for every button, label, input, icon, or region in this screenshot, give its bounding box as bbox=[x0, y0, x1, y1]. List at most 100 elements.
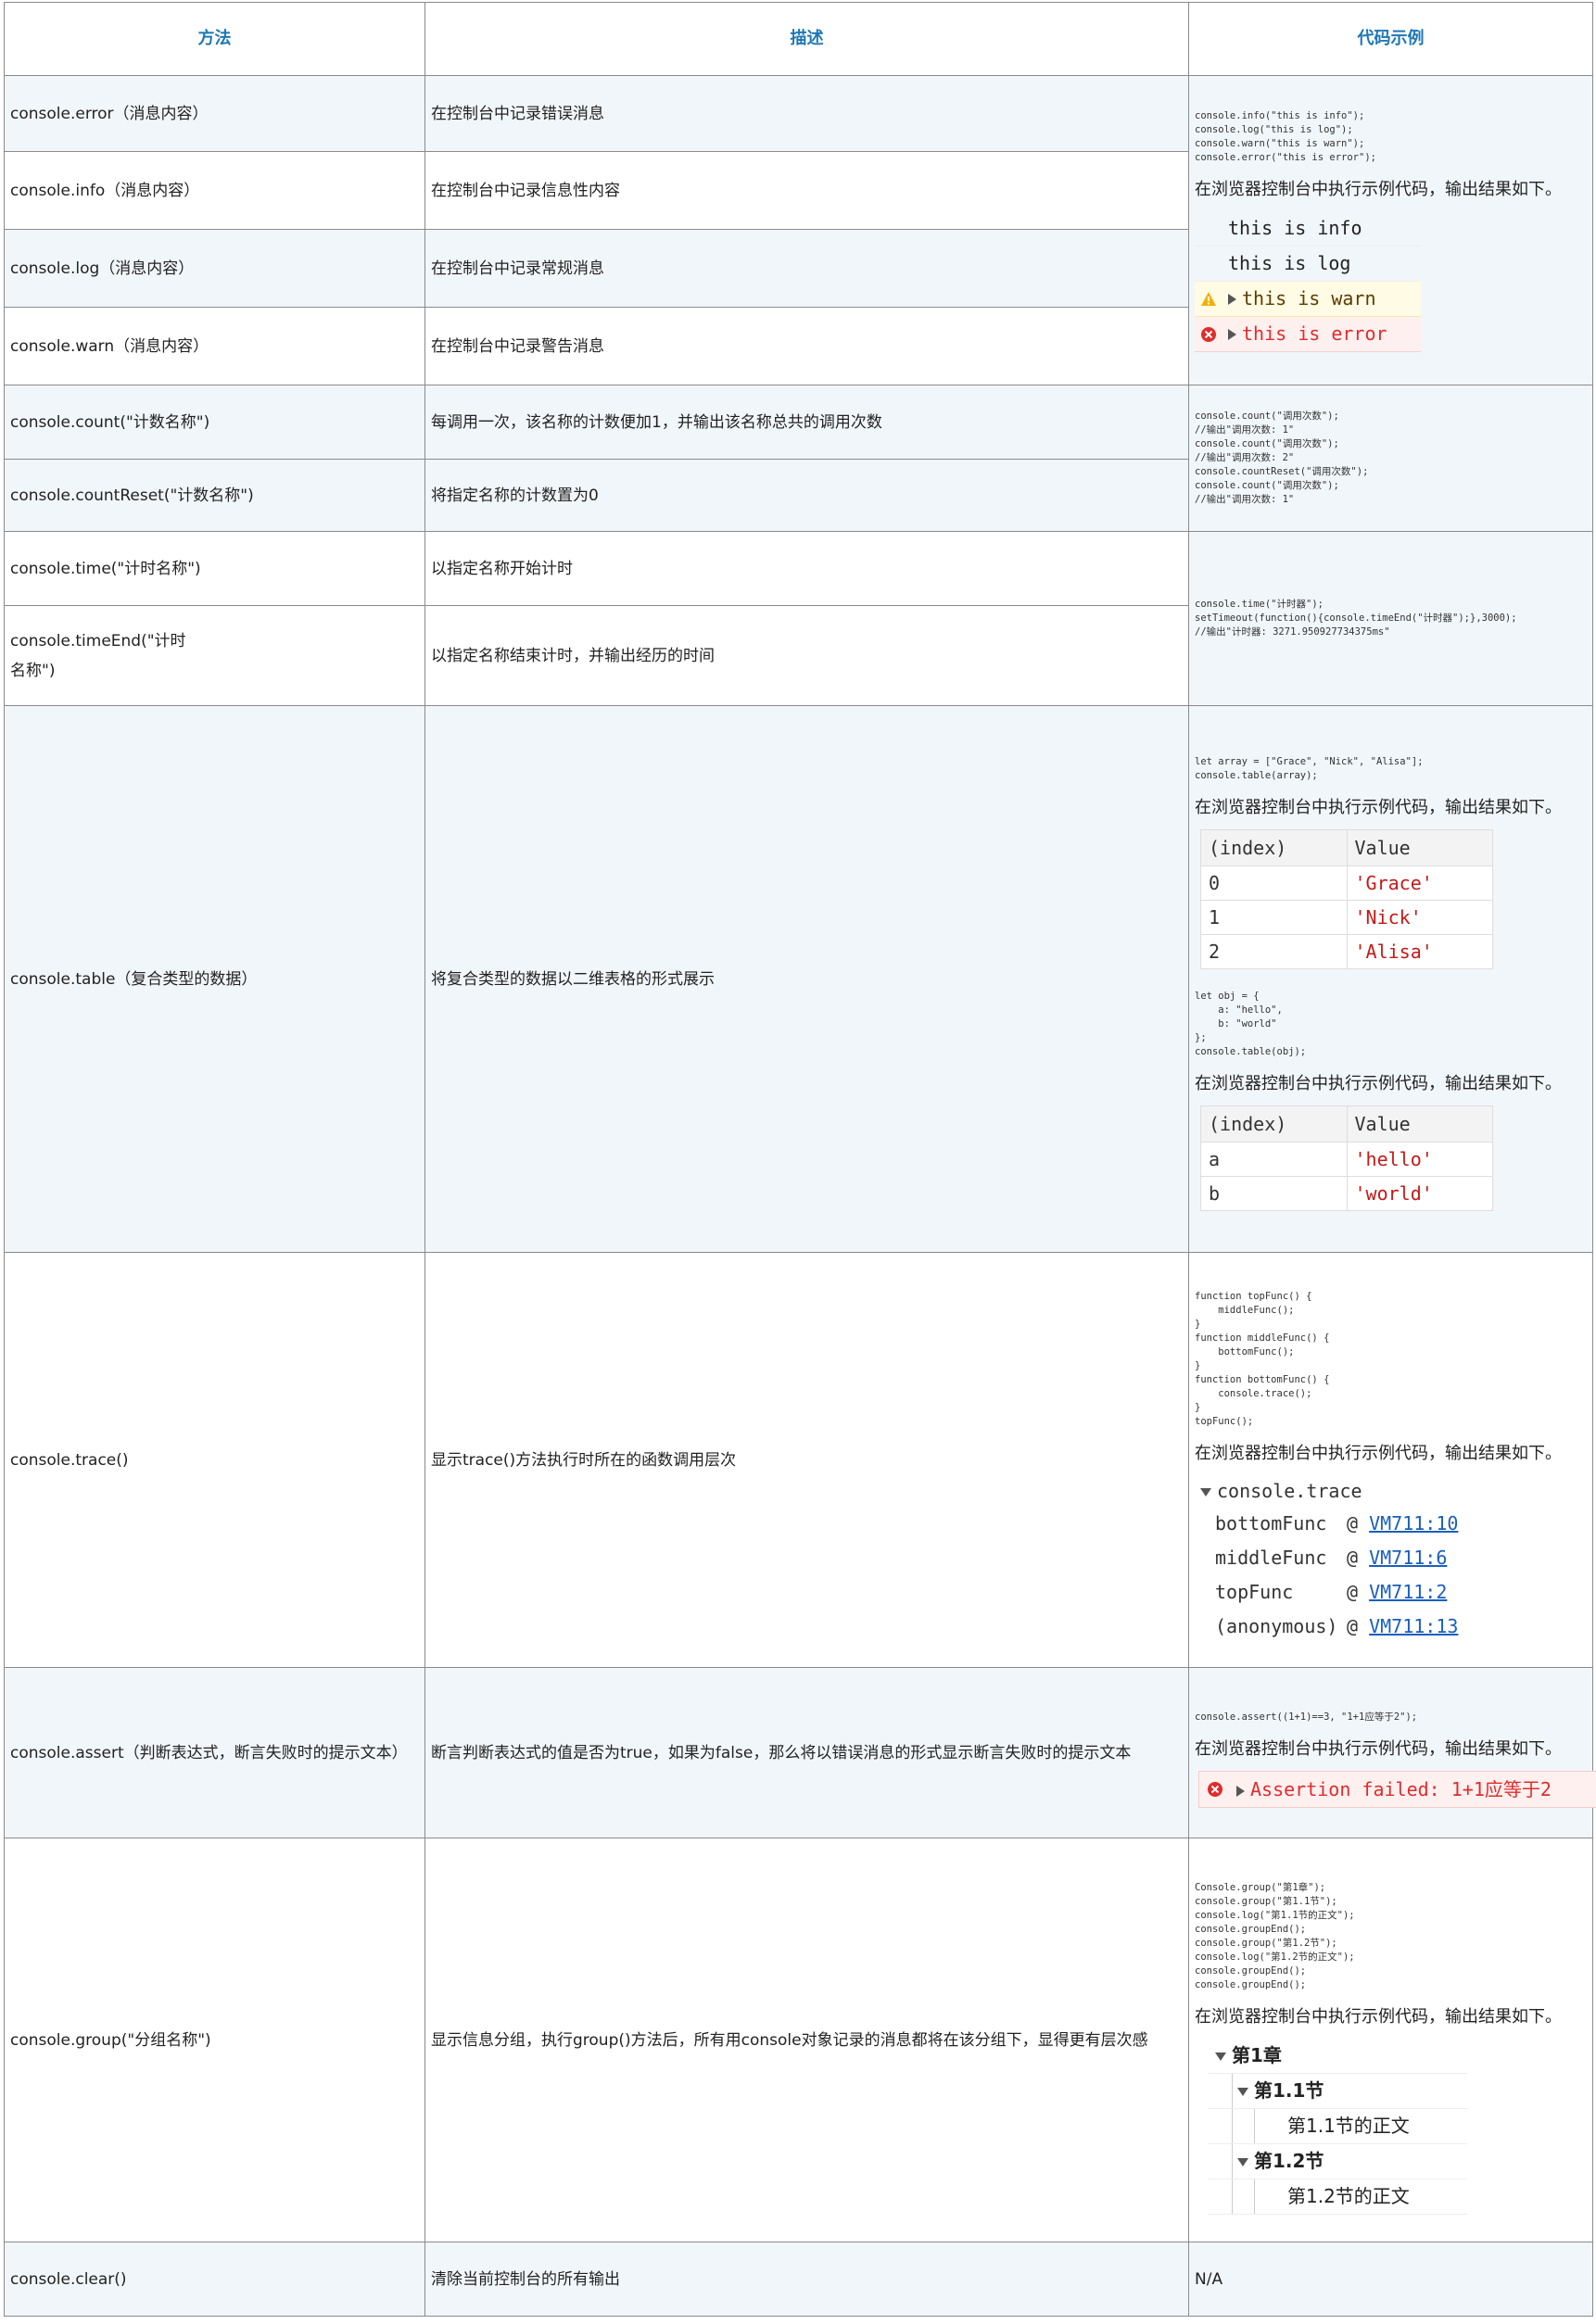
trace-header[interactable]: console.trace bbox=[1200, 1475, 1587, 1507]
result-note: 在浏览器控制台中执行示例代码，输出结果如下。 bbox=[1195, 2006, 1562, 2027]
method-cell: console.countReset("计数名称") bbox=[4, 459, 425, 532]
method-cell: console.timeEnd("计时 名称") bbox=[4, 605, 425, 706]
console-methods-table: 方法 描述 代码示例 console.error（消息内容） 在控制台中记录错误… bbox=[4, 2, 1596, 2317]
warn-text: this is warn bbox=[1242, 286, 1376, 309]
example-cell-group: Console.group("第1章"); console.group("第1.… bbox=[1188, 1838, 1593, 2242]
assert-output: Assertion failed: 1+1应等于2 bbox=[1198, 1771, 1596, 1808]
result-note: 在浏览器控制台中执行示例代码，输出结果如下。 bbox=[1195, 179, 1562, 199]
page: 方法 描述 代码示例 console.error（消息内容） 在控制台中记录错误… bbox=[0, 0, 1596, 2324]
group-section-2-text: 第1.2节的正文 bbox=[1208, 2179, 1467, 2215]
cell-value: 'Alisa' bbox=[1346, 933, 1493, 969]
col-index: (index) bbox=[1200, 828, 1348, 866]
group-section-1[interactable]: 第1.1节 bbox=[1208, 2073, 1467, 2109]
code-snippet: Console.group("第1章"); console.group("第1.… bbox=[1195, 1881, 1355, 1990]
collapse-triangle-icon[interactable] bbox=[1200, 1487, 1211, 1497]
method-cell: console.clear() bbox=[4, 2242, 425, 2317]
source-link[interactable]: VM711:2 bbox=[1369, 1581, 1447, 1603]
desc-cell: 将复合类型的数据以二维表格的形式展示 bbox=[424, 705, 1189, 1253]
example-cell-basic: console.info("this is info"); console.lo… bbox=[1188, 75, 1593, 385]
cell-index: 2 bbox=[1200, 933, 1348, 969]
method-cell: console.warn（消息内容） bbox=[4, 307, 425, 385]
expand-triangle-icon[interactable] bbox=[1236, 1785, 1245, 1797]
trace-output: console.trace bottomFunc @ VM711:10 middl… bbox=[1200, 1475, 1587, 1644]
collapse-triangle-icon[interactable] bbox=[1215, 2052, 1226, 2061]
group-output: 第1章 第1.1节 第1.1节的正文 第1.2节 第1.2节的正文 bbox=[1208, 2039, 1467, 2215]
method-cell: console.log（消息内容） bbox=[4, 229, 425, 308]
console-line-info: this is info bbox=[1195, 211, 1421, 246]
code-snippet: console.count("调用次数"); //输出"调用次数: 1" con… bbox=[1195, 410, 1369, 505]
desc-cell: 显示trace()方法执行时所在的函数调用层次 bbox=[424, 1252, 1189, 1668]
col-value: Value bbox=[1346, 828, 1493, 866]
method-cell: console.table（复合类型的数据） bbox=[4, 705, 425, 1253]
desc-cell: 以指定名称开始计时 bbox=[424, 531, 1189, 606]
console-line-error: this is error bbox=[1195, 316, 1421, 352]
header-desc: 描述 bbox=[424, 2, 1189, 76]
method-cell: console.group("分组名称") bbox=[4, 1838, 425, 2242]
example-cell-clear: N/A bbox=[1188, 2242, 1593, 2317]
trace-row: (anonymous) @ VM711:13 bbox=[1215, 1614, 1459, 1637]
collapse-triangle-icon[interactable] bbox=[1237, 2087, 1248, 2096]
method-line-1: console.timeEnd("计时 bbox=[10, 631, 186, 650]
console-line-warn: this is warn bbox=[1195, 281, 1421, 317]
collapse-triangle-icon[interactable] bbox=[1237, 2157, 1248, 2166]
cell-index: b bbox=[1200, 1175, 1348, 1211]
cell-value: 'hello' bbox=[1346, 1141, 1493, 1177]
code-snippet: let array = ["Grace", "Nick", "Alisa"]; … bbox=[1195, 755, 1424, 781]
code-snippet: console.time("计时器"); setTimeout(function… bbox=[1195, 599, 1517, 638]
cell-value: 'world' bbox=[1346, 1175, 1493, 1211]
console-table-object: (index) Value a'hello' b'world' bbox=[1200, 1105, 1493, 1211]
code-snippet: console.info("this is info"); console.lo… bbox=[1195, 109, 1376, 163]
cell-index: 1 bbox=[1200, 899, 1348, 935]
desc-cell: 在控制台中记录警告消息 bbox=[424, 307, 1189, 385]
example-cell-assert: console.assert((1+1)==3, "1+1应等于2"); 在浏览… bbox=[1188, 1667, 1596, 1838]
method-cell: console.info（消息内容） bbox=[4, 151, 425, 230]
source-link[interactable]: VM711:13 bbox=[1369, 1615, 1458, 1637]
code-snippet: let obj = { a: "hello", b: "world" }; co… bbox=[1195, 990, 1307, 1057]
desc-cell: 在控制台中记录信息性内容 bbox=[424, 151, 1189, 230]
result-note: 在浏览器控制台中执行示例代码，输出结果如下。 bbox=[1195, 1443, 1562, 1463]
cell-value: 'Grace' bbox=[1346, 865, 1493, 901]
expand-triangle-icon[interactable] bbox=[1228, 294, 1236, 305]
group-chapter[interactable]: 第1章 bbox=[1208, 2039, 1467, 2074]
warning-icon bbox=[1201, 291, 1216, 306]
result-note: 在浏览器控制台中执行示例代码，输出结果如下。 bbox=[1195, 1073, 1562, 1093]
code-snippet: console.assert((1+1)==3, "1+1应等于2"); bbox=[1195, 1711, 1418, 1723]
console-output: this is info this is log this is warn th… bbox=[1195, 211, 1421, 352]
trace-row: bottomFunc @ VM711:10 bbox=[1215, 1511, 1459, 1535]
col-value: Value bbox=[1346, 1105, 1493, 1143]
header-method: 方法 bbox=[4, 2, 425, 76]
desc-cell: 在控制台中记录常规消息 bbox=[424, 229, 1189, 308]
error-icon bbox=[1208, 1782, 1222, 1797]
source-link[interactable]: VM711:10 bbox=[1369, 1512, 1458, 1535]
error-text: this is error bbox=[1242, 322, 1387, 345]
error-icon bbox=[1201, 326, 1216, 342]
console-table-array: (index) Value 0 'Grace' 1 'Nick' 2 'Alisa' bbox=[1200, 828, 1493, 969]
result-note: 在浏览器控制台中执行示例代码，输出结果如下。 bbox=[1195, 1739, 1562, 1759]
method-cell: console.assert（判断表达式，断言失败时的提示文本） bbox=[4, 1667, 425, 1838]
example-cell-time: console.time("计时器"); setTimeout(function… bbox=[1188, 531, 1593, 706]
code-snippet: function topFunc() { middleFunc(); } fun… bbox=[1195, 1290, 1330, 1427]
source-link[interactable]: VM711:6 bbox=[1369, 1547, 1447, 1569]
cell-index: a bbox=[1200, 1141, 1348, 1177]
example-cell-trace: function topFunc() { middleFunc(); } fun… bbox=[1188, 1252, 1593, 1668]
desc-cell: 显示信息分组，执行group()方法后，所有用console对象记录的消息都将在… bbox=[424, 1838, 1189, 2242]
expand-triangle-icon[interactable] bbox=[1228, 329, 1236, 340]
cell-value: 'Nick' bbox=[1346, 899, 1493, 935]
group-section-1-text: 第1.1节的正文 bbox=[1208, 2108, 1467, 2144]
group-section-2[interactable]: 第1.2节 bbox=[1208, 2143, 1467, 2179]
trace-row: middleFunc @ VM711:6 bbox=[1215, 1546, 1448, 1569]
col-index: (index) bbox=[1200, 1105, 1348, 1143]
method-line-2: 名称") bbox=[10, 661, 56, 680]
desc-cell: 以指定名称结束计时，并输出经历的时间 bbox=[424, 605, 1189, 706]
desc-cell: 将指定名称的计数置为0 bbox=[424, 459, 1189, 532]
desc-cell: 清除当前控制台的所有输出 bbox=[424, 2242, 1189, 2317]
method-cell: console.trace() bbox=[4, 1252, 425, 1668]
example-cell-table: let array = ["Grace", "Nick", "Alisa"]; … bbox=[1188, 705, 1593, 1253]
desc-cell: 断言判断表达式的值是否为true，如果为false，那么将以错误消息的形式显示断… bbox=[424, 1667, 1189, 1838]
desc-cell: 每调用一次，该名称的计数便加1，并输出该名称总共的调用次数 bbox=[424, 385, 1189, 460]
console-line-log: this is log bbox=[1195, 246, 1421, 282]
trace-row: topFunc @ VM711:2 bbox=[1215, 1580, 1448, 1603]
cell-index: 0 bbox=[1200, 865, 1348, 901]
method-cell: console.time("计时名称") bbox=[4, 531, 425, 606]
method-cell: console.error（消息内容） bbox=[4, 75, 425, 152]
